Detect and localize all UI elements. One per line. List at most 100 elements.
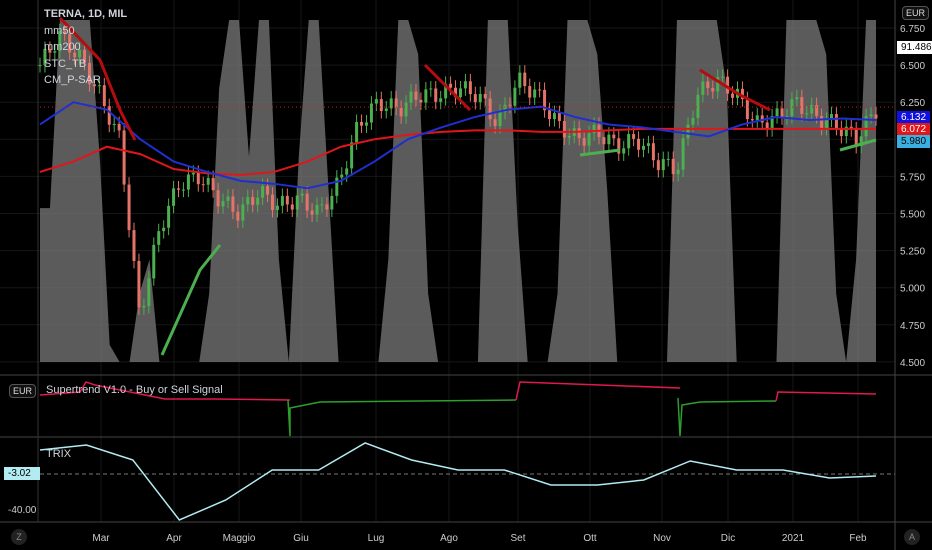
timezone-button[interactable]: Z [11, 529, 27, 545]
candle-body [404, 102, 408, 117]
candle-body [399, 107, 403, 117]
candle-body [226, 196, 230, 201]
candle-body [642, 145, 646, 150]
candle-body [335, 177, 339, 196]
candle-body [587, 133, 591, 146]
candle-body [513, 87, 517, 106]
chart-legend: TERNA, 1D, MIL mm50 mm200 STC_TB CM_P-SA… [44, 6, 127, 89]
candle-body [577, 128, 581, 139]
candle-body [488, 98, 492, 120]
candle-body [533, 89, 537, 98]
legend-mm200[interactable]: mm200 [44, 39, 127, 56]
candle-body [157, 231, 161, 245]
candle-body [745, 99, 749, 120]
candle-body [711, 88, 715, 92]
candle-body [186, 174, 190, 190]
candle-body [424, 89, 428, 103]
candle-body [384, 108, 388, 112]
candle-body [548, 110, 552, 120]
candle-body [285, 195, 289, 205]
currency-badge[interactable]: EUR [902, 6, 930, 20]
price-label-psar: 5.980 [897, 135, 931, 148]
trix-title[interactable]: TRIX [46, 448, 71, 460]
time-tick: Feb [849, 533, 867, 544]
candle-body [508, 104, 512, 106]
candle-body [256, 197, 260, 205]
price-tick: 6.250 [900, 98, 925, 109]
candle-body [419, 99, 423, 103]
trix-tick: -40.00 [8, 505, 37, 516]
candle-body [666, 158, 670, 160]
candle-body [622, 148, 626, 154]
supertrend-buy [287, 399, 517, 437]
candle-body [117, 123, 121, 131]
candle-body [394, 98, 398, 108]
candle-body [340, 174, 344, 178]
candle-body [330, 195, 334, 210]
candle-body [607, 134, 611, 145]
legend-stc[interactable]: STC_TB [44, 56, 127, 73]
candle-body [162, 227, 166, 232]
candle-body [221, 200, 225, 207]
candle-body [627, 134, 631, 149]
candle-body [305, 193, 309, 211]
candle-body [439, 98, 443, 102]
candle-body [216, 190, 220, 207]
candle-body [567, 135, 571, 138]
candle-body [834, 114, 838, 128]
time-tick: 2021 [782, 533, 805, 544]
candle-body [201, 184, 205, 186]
supertrend-sell [775, 391, 877, 402]
candle-body [280, 195, 284, 206]
chart-canvas[interactable]: 6.7506.5006.2506.0005.7505.5005.2505.000… [0, 0, 932, 550]
candle-body [518, 72, 522, 88]
candle-body [414, 91, 418, 100]
candle-body [805, 113, 809, 115]
candle-body [38, 65, 42, 67]
candle-body [434, 88, 438, 102]
candle-body [231, 196, 235, 212]
candle-body [429, 88, 433, 90]
candle-body [177, 188, 181, 190]
candle-body [379, 99, 383, 112]
price-tick: 5.000 [900, 284, 925, 295]
candle-body [196, 172, 200, 185]
time-tick: Giu [293, 533, 309, 544]
candle-body [775, 108, 779, 117]
candle-body [637, 138, 641, 150]
candle-body [270, 194, 274, 211]
time-tick: Mar [92, 533, 110, 544]
candle-body [681, 138, 685, 170]
candle-body [731, 93, 735, 98]
time-tick: Apr [166, 533, 182, 544]
candle-body [275, 205, 279, 211]
candle-body [300, 193, 304, 196]
candle-body [612, 134, 616, 139]
legend-psar[interactable]: CM_P-SAR [44, 72, 127, 89]
candle-body [364, 122, 368, 126]
candle-body [167, 205, 171, 228]
supertrend-currency-badge[interactable]: EUR [9, 384, 37, 398]
candle-body [874, 114, 878, 119]
price-tick: 5.750 [900, 172, 925, 183]
candle-body [369, 103, 373, 123]
candle-body [701, 81, 705, 95]
candle-body [211, 177, 215, 191]
supertrend-title[interactable]: Supertrend V1.0 - Buy or Sell Signal [46, 384, 223, 396]
candle-body [810, 105, 814, 114]
candle-body [869, 114, 873, 117]
candle-body [206, 177, 210, 185]
auto-scale-button[interactable]: A [904, 529, 920, 545]
supertrend-buy [677, 397, 777, 437]
candle-body [706, 81, 710, 89]
candle-body [310, 210, 314, 215]
candle-body [315, 205, 319, 215]
supertrend-sell [515, 381, 681, 401]
candle-body [147, 278, 151, 306]
price-tick: 5.250 [900, 247, 925, 258]
time-tick: Set [510, 533, 525, 544]
candle-body [251, 197, 255, 205]
candle-body [676, 169, 680, 175]
price-tick: 6.750 [900, 24, 925, 35]
legend-mm50[interactable]: mm50 [44, 23, 127, 40]
